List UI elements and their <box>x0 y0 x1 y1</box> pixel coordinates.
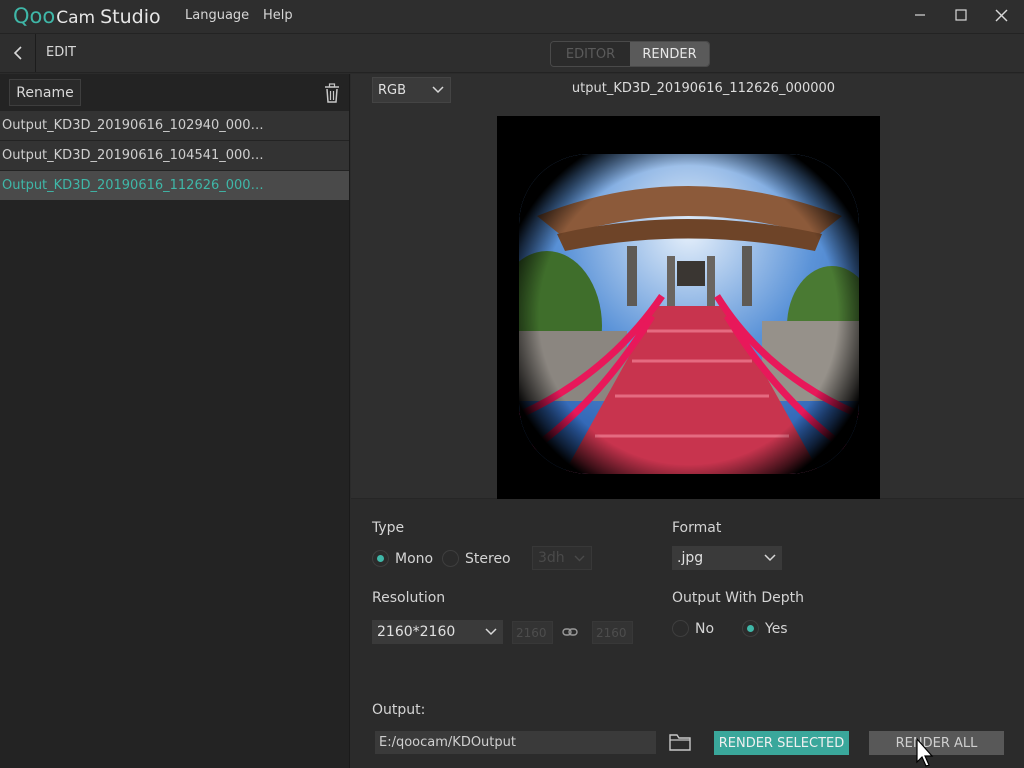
format-value: .jpg <box>677 550 704 566</box>
type-stereo-radio[interactable] <box>442 550 459 567</box>
file-item-selected[interactable]: Output_KD3D_20190616_112626_000… <box>0 171 349 200</box>
logo-qoo: Qoo <box>13 4 56 28</box>
logo-studio: Studio <box>100 6 161 28</box>
chevron-down-icon <box>764 554 776 562</box>
file-sidebar: Rename Output_KD3D_20190616_102940_000… … <box>0 74 350 768</box>
format-select[interactable]: .jpg <box>672 546 782 570</box>
depth-yes-label: Yes <box>765 621 788 637</box>
link-button[interactable] <box>562 626 578 642</box>
delete-button[interactable] <box>322 82 342 104</box>
title-bar: Qoo Cam Studio Language Help <box>0 0 1024 33</box>
minimize-button[interactable] <box>900 0 940 30</box>
maximize-icon <box>955 9 967 21</box>
format-label: Format <box>672 520 722 536</box>
tab-editor[interactable]: EDITOR <box>551 42 630 66</box>
stereo-mode-select[interactable]: 3dh <box>532 546 592 570</box>
render-selected-button[interactable]: RENDER SELECTED <box>714 731 849 755</box>
type-mono-radio[interactable] <box>372 550 389 567</box>
minimize-icon <box>915 14 925 16</box>
header-bar: EDIT EDITOR RENDER <box>0 33 1024 73</box>
depth-no-label: No <box>695 621 715 637</box>
tab-render[interactable]: RENDER <box>630 42 709 66</box>
close-icon <box>995 9 1007 21</box>
output-path-input[interactable]: E:/qoocam/KDOutput <box>375 731 656 754</box>
trash-icon <box>325 83 339 103</box>
resolution-width-input[interactable]: 2160 <box>512 621 553 644</box>
back-button[interactable] <box>0 34 36 72</box>
browse-folder-button[interactable] <box>669 732 691 754</box>
output-label: Output: <box>372 702 426 718</box>
depth-no-radio[interactable] <box>672 620 689 637</box>
chevron-down-icon <box>485 628 497 636</box>
depth-yes-radio[interactable] <box>742 620 759 637</box>
render-panel: RGB utput_KD3D_20190616_112626_000000 <box>351 74 1024 768</box>
depth-label: Output With Depth <box>672 590 804 606</box>
render-all-button[interactable]: RENDER ALL <box>869 731 1004 755</box>
mode-toggle: EDITOR RENDER <box>550 41 710 67</box>
chevron-left-icon <box>13 46 22 60</box>
preview-area: RGB utput_KD3D_20190616_112626_000000 <box>351 74 1024 499</box>
menu-help[interactable]: Help <box>263 8 293 23</box>
folder-icon <box>669 734 691 751</box>
close-button[interactable] <box>981 0 1021 30</box>
fisheye-photo <box>497 116 880 499</box>
preview-image <box>497 116 880 499</box>
menu-language[interactable]: Language <box>185 8 249 23</box>
section-title: EDIT <box>46 45 76 60</box>
resolution-label: Resolution <box>372 590 446 606</box>
rename-button[interactable]: Rename <box>9 79 81 106</box>
preview-title: utput_KD3D_20190616_112626_000000 <box>571 81 836 96</box>
app-logo: Qoo Cam Studio <box>13 4 161 28</box>
resolution-height-input[interactable]: 2160 <box>592 621 633 644</box>
type-stereo-label: Stereo <box>465 551 511 567</box>
type-label: Type <box>372 520 405 536</box>
stereo-mode-value: 3dh <box>538 550 565 566</box>
type-mono-label: Mono <box>395 551 434 567</box>
file-item[interactable]: Output_KD3D_20190616_104541_000… <box>0 141 349 170</box>
chevron-down-icon <box>574 555 585 562</box>
resolution-select[interactable]: 2160*2160 <box>372 620 503 644</box>
link-icon <box>562 628 578 636</box>
logo-cam: Cam <box>56 8 96 28</box>
resolution-value: 2160*2160 <box>377 624 456 640</box>
file-item[interactable]: Output_KD3D_20190616_102940_000… <box>0 111 349 140</box>
maximize-button[interactable] <box>941 0 981 30</box>
